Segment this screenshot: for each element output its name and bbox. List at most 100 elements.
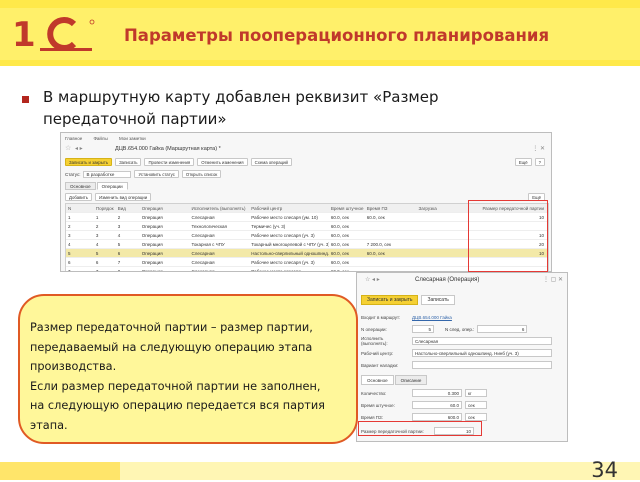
- setup-time-field[interactable]: 600.0: [412, 413, 462, 421]
- column-header[interactable]: Загрузка: [417, 204, 475, 212]
- table-cell: Операция: [141, 260, 163, 265]
- card-nav-arrows-icon[interactable]: ☆ ◂ ▸: [365, 276, 380, 283]
- table-cell: 6: [117, 251, 121, 256]
- operations-scheme-button[interactable]: Схема операций: [250, 158, 292, 166]
- table-cell: [417, 222, 475, 230]
- table-cell: Термичес (уч. 3): [251, 224, 286, 229]
- column-header[interactable]: Исполнитель (выполнять): [190, 204, 250, 212]
- table-cell: 7: [117, 260, 121, 265]
- table-cell: Слесарная: [191, 251, 215, 256]
- table-cell: 3: [68, 233, 71, 238]
- table-cell: Рабочее место слесаря (ум. 10): [251, 215, 318, 220]
- card-save-close-button[interactable]: Записать и закрыть: [361, 295, 419, 305]
- next-op-field[interactable]: 6: [477, 325, 528, 333]
- nav-files[interactable]: Файлы: [93, 136, 107, 141]
- table-cell: 60.0, сек: [366, 251, 385, 256]
- card-controls-icon[interactable]: ⋮ ▢ ✕: [543, 276, 563, 283]
- nav-arrows-icon[interactable]: ◂ ▸: [75, 145, 83, 152]
- nav-notes[interactable]: Мои заметки: [119, 136, 146, 141]
- callout-line: этапа.: [30, 418, 68, 432]
- table-cell: Слесарная: [191, 215, 215, 220]
- executor-label: Исполнить (выполнять):: [361, 336, 388, 346]
- variant-field[interactable]: [412, 361, 552, 369]
- table-cell: Операция: [141, 215, 163, 220]
- route-row: Входит в маршрут: ДЦВ.654.000 Гайка: [361, 313, 452, 321]
- save-close-button[interactable]: Записать и закрыть: [65, 158, 113, 166]
- status-field[interactable]: В разработке: [83, 170, 132, 178]
- callout-text: Размер передаточной партии – размер парт…: [30, 318, 330, 435]
- table-cell: [365, 222, 417, 230]
- table-cell: [417, 240, 475, 248]
- table-cell: 7: [68, 269, 71, 272]
- table-cell: 5: [68, 251, 71, 256]
- table-cell: 60.0, сек: [330, 242, 349, 247]
- tab-operations[interactable]: Операции: [96, 182, 128, 190]
- card-toolbar: Записать и закрыть Записать: [361, 295, 455, 305]
- window-controls-icon[interactable]: ⋮ ✕: [532, 145, 545, 152]
- card-tabs: Основное Описание: [361, 375, 428, 385]
- table-cell: 3: [95, 233, 99, 238]
- table-cell: [417, 231, 475, 239]
- status-row: Статус: В разработке Установить статус О…: [65, 170, 222, 178]
- card-save-button[interactable]: Записать: [421, 295, 455, 305]
- table-cell: 60.0, сек: [330, 215, 349, 220]
- setup-time-unit-field[interactable]: сек: [465, 413, 487, 421]
- qty-row: Количество: 0.300 кг: [361, 389, 487, 397]
- save-button[interactable]: Записать: [115, 158, 142, 166]
- column-header[interactable]: Рабочий центр: [249, 204, 329, 212]
- column-header[interactable]: Вид: [116, 204, 140, 212]
- executor-field[interactable]: Слесарная: [412, 337, 552, 345]
- table-cell: 60.0, сек: [330, 233, 349, 238]
- table-cell: 3: [117, 224, 121, 229]
- qty-label: Количество:: [361, 390, 387, 396]
- table-cell: Операция: [141, 242, 163, 247]
- tab-main[interactable]: Основное: [65, 182, 96, 190]
- qty-unit-field[interactable]: кг: [465, 389, 487, 397]
- open-list-button[interactable]: Открыть список: [181, 170, 222, 178]
- card-tab-description[interactable]: Описание: [394, 375, 428, 385]
- table-cell: 7 200.0, сек: [366, 242, 392, 247]
- table-cell: Слесарная: [191, 260, 215, 265]
- change-op-type-button[interactable]: Изменить вид операции: [95, 193, 152, 201]
- piece-time-field[interactable]: 60.0: [412, 401, 462, 409]
- next-op-label: N след. опер.:: [445, 326, 475, 332]
- header-band: 1 Параметры пооперационного планирования: [0, 0, 640, 66]
- footer-band: [0, 462, 640, 480]
- qty-field[interactable]: 0.300: [412, 389, 462, 397]
- route-link[interactable]: ДЦВ.654.000 Гайка: [412, 315, 452, 320]
- table-cell: 60.0, сек: [330, 251, 349, 256]
- form-toolbar: Записать и закрыть Записать Провести изм…: [65, 158, 292, 166]
- column-header[interactable]: Время ПЗ: [365, 204, 417, 212]
- apply-changes-button[interactable]: Провести изменения: [144, 158, 195, 166]
- table-cell: 4: [68, 242, 71, 247]
- column-header[interactable]: Время штучное: [329, 204, 365, 212]
- piece-time-unit-field[interactable]: сек: [465, 401, 487, 409]
- executor-row: Исполнить (выполнять): Слесарная: [361, 336, 552, 346]
- table-cell: [417, 249, 475, 257]
- op-number-row: N операции: 5 N след. опер.: 6: [361, 325, 528, 333]
- op-number-field[interactable]: 5: [412, 325, 434, 333]
- help-button[interactable]: ?: [534, 158, 545, 166]
- table-cell: Операция: [141, 251, 163, 256]
- set-status-button[interactable]: Установить статус: [134, 170, 179, 178]
- workcenter-field[interactable]: Настольно-сверлильный одношпинд. Нинб (у…: [412, 349, 552, 357]
- table-cell: 2: [95, 224, 99, 229]
- table-cell: Слесарная: [191, 269, 215, 272]
- card-title: Слесарная (Операция): [415, 277, 480, 283]
- add-button[interactable]: Добавить: [65, 193, 92, 201]
- more-button[interactable]: Ещё: [514, 158, 532, 166]
- table-cell: Рабочее место слесаря (уч. 3): [251, 260, 315, 265]
- column-header[interactable]: N: [66, 204, 94, 212]
- table-cell: Операция: [141, 224, 163, 229]
- column-header[interactable]: Операция: [140, 204, 190, 212]
- workcenter-row: Рабочий центр: Настольно-сверлильный одн…: [361, 349, 552, 357]
- nav-main[interactable]: Главное: [65, 136, 82, 141]
- card-tab-main[interactable]: Основное: [361, 375, 394, 385]
- favorite-star-icon[interactable]: ☆: [65, 144, 71, 152]
- callout-line: Размер передаточной партии – размер парт…: [30, 321, 313, 334]
- footer-decoration: [0, 462, 120, 480]
- column-header[interactable]: Порядок: [94, 204, 116, 212]
- cancel-changes-button[interactable]: Отменить изменения: [197, 158, 248, 166]
- workcenter-label: Рабочий центр:: [361, 350, 394, 356]
- table-cell: [417, 258, 475, 266]
